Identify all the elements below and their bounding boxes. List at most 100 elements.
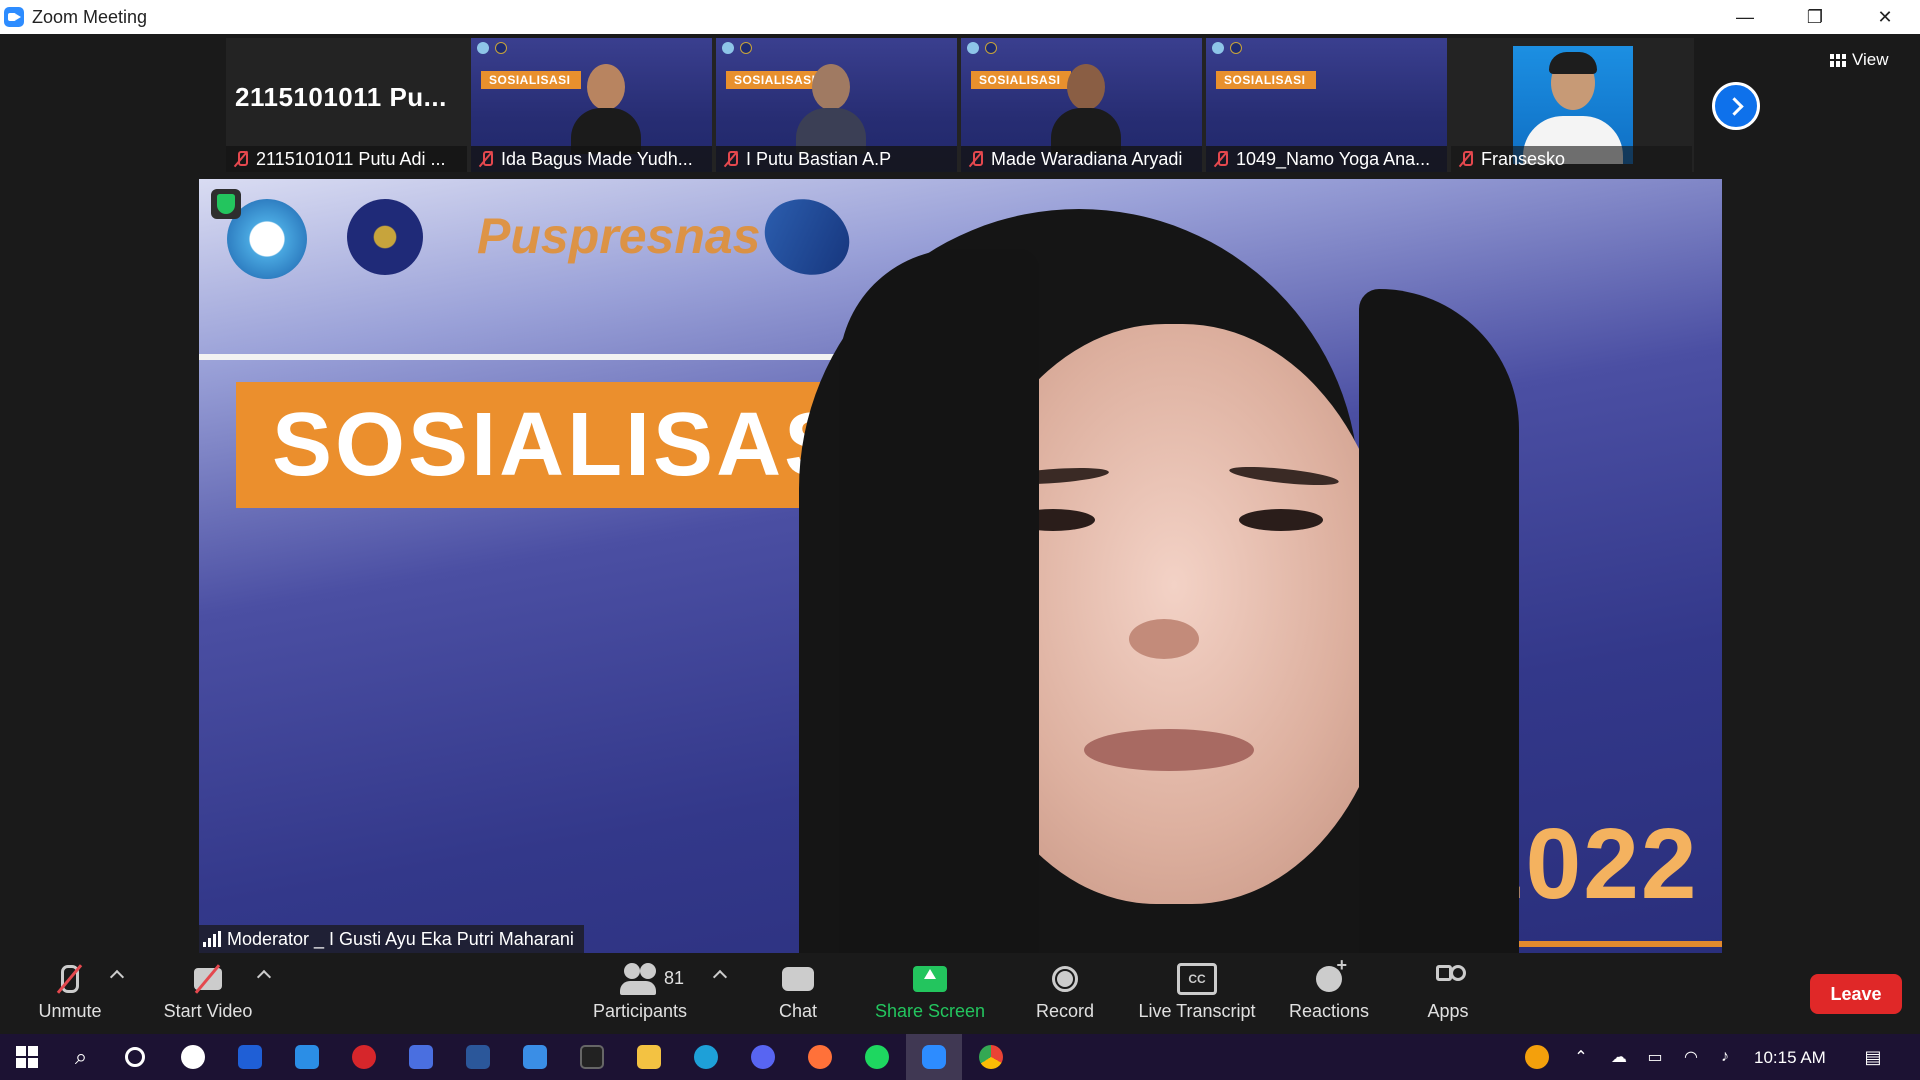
participant-video	[1051, 64, 1121, 154]
record-button[interactable]: Record	[1030, 958, 1100, 1030]
audio-options-chevron-icon[interactable]	[109, 969, 125, 985]
app-icon-3[interactable]	[406, 1042, 436, 1072]
edge-icon[interactable]	[691, 1042, 721, 1072]
mic-muted-icon	[479, 150, 493, 168]
grid-view-icon	[1830, 53, 1846, 67]
video-off-icon	[188, 961, 228, 997]
leave-button[interactable]: Leave	[1810, 974, 1902, 1014]
share-screen-icon	[910, 961, 950, 997]
view-button[interactable]: View	[1830, 46, 1889, 74]
participant-name-bar: Fransesko	[1451, 146, 1692, 172]
zoom-taskbar-icon[interactable]	[906, 1034, 962, 1080]
apps-label: Apps	[1427, 1001, 1469, 1021]
mini-banner: SOSIALISASI	[1216, 71, 1316, 89]
reactions-label: Reactions	[1288, 1001, 1370, 1021]
participant-name-bar: Ida Bagus Made Yudh...	[471, 146, 712, 172]
word-icon[interactable]	[463, 1042, 493, 1072]
speaker-name: Moderator _ I Gusti Ayu Eka Putri Mahara…	[227, 928, 574, 949]
windows-taskbar: ⌕ ⌃ ☁ ▭ ◠ ♪ 10:15 AM ▤	[0, 1034, 1920, 1080]
participant-video	[796, 64, 866, 154]
participant-video	[571, 64, 641, 154]
zoom-window: Zoom Meeting — ❐ ✕ 2115101011 Pu... 2115…	[0, 0, 1920, 1080]
participant-name: Fransesko	[1481, 148, 1566, 169]
mic-muted-icon	[234, 150, 248, 168]
apps-icon	[1428, 961, 1468, 997]
share-screen-button[interactable]: Share Screen	[872, 958, 988, 1030]
action-center-icon[interactable]: ▤	[1858, 1042, 1888, 1072]
taskbar-clock[interactable]: 10:15 AM	[1754, 1048, 1826, 1068]
apps-button[interactable]: Apps	[1420, 958, 1476, 1030]
reactions-button[interactable]: Reactions	[1286, 955, 1372, 1030]
participant-name-bar: I Putu Bastian A.P	[716, 146, 957, 172]
participant-big-name: 2115101011 Pu...	[235, 82, 447, 112]
battery-icon[interactable]: ▭	[1640, 1042, 1670, 1072]
chrome-icon[interactable]	[976, 1042, 1006, 1072]
mini-logos	[722, 42, 752, 54]
participants-options-chevron-icon[interactable]	[712, 969, 728, 985]
next-page-button[interactable]	[1712, 82, 1760, 130]
start-video-label: Start Video	[163, 1001, 253, 1021]
participant-name: Made Waradiana Aryadi	[991, 148, 1183, 169]
university-logo	[347, 199, 423, 275]
mic-muted-icon	[1459, 150, 1473, 168]
cortana-icon[interactable]	[120, 1042, 150, 1072]
security-shield-icon[interactable]	[211, 189, 241, 219]
participant-name-bar: 1049_Namo Yoga Ana...	[1206, 146, 1447, 172]
spotify-icon[interactable]	[862, 1042, 892, 1072]
mail-icon[interactable]	[520, 1042, 550, 1072]
speaker-person	[719, 209, 1579, 953]
participant-tile[interactable]: SOSIALISASI 1049_Namo Yoga Ana...	[1206, 38, 1447, 172]
app-icon-4[interactable]	[577, 1042, 607, 1072]
active-speaker-video[interactable]: Puspresnas SOSIALISASI K 2022 Moderator …	[199, 179, 1722, 953]
zoom-app-icon	[4, 7, 24, 27]
minimize-button[interactable]: —	[1710, 0, 1780, 34]
vscode-icon[interactable]	[292, 1042, 322, 1072]
volume-icon[interactable]: ♪	[1710, 1042, 1740, 1072]
view-label: View	[1852, 50, 1889, 69]
chat-button[interactable]: Chat	[760, 958, 836, 1030]
unmute-label: Unmute	[38, 1001, 102, 1021]
search-icon[interactable]: ⌕	[66, 1042, 96, 1072]
closed-caption-icon	[1177, 961, 1217, 997]
window-title: Zoom Meeting	[32, 6, 148, 27]
participants-count: 81	[664, 968, 685, 988]
close-button[interactable]: ✕	[1850, 0, 1920, 34]
notification-dot-icon[interactable]	[1522, 1042, 1552, 1072]
meeting-toolbar: Unmute Start Video Participants 81 Chat …	[0, 954, 1920, 1034]
record-label: Record	[1035, 1001, 1095, 1021]
devcpp-icon[interactable]	[349, 1042, 379, 1072]
live-transcript-button[interactable]: Live Transcript	[1134, 958, 1260, 1030]
file-explorer-icon[interactable]	[634, 1042, 664, 1072]
restore-button[interactable]: ❐	[1780, 0, 1850, 34]
participant-tile[interactable]: 2115101011 Pu... 2115101011 Putu Adi ...	[226, 38, 467, 172]
thumbnail-strip: 2115101011 Pu... 2115101011 Putu Adi ...…	[226, 38, 1694, 172]
app-icon-1[interactable]	[178, 1042, 208, 1072]
firefox-icon[interactable]	[805, 1042, 835, 1072]
chat-icon	[778, 961, 818, 997]
participant-tile[interactable]: SOSIALISASI I Putu Bastian A.P	[716, 38, 957, 172]
window-controls: — ❐ ✕	[1710, 0, 1920, 34]
participant-tile[interactable]: SOSIALISASI Ida Bagus Made Yudh...	[471, 38, 712, 172]
share-screen-label: Share Screen	[874, 1001, 986, 1021]
participant-tile[interactable]: Fransesko	[1451, 38, 1692, 172]
record-icon	[1045, 961, 1085, 997]
mini-banner: SOSIALISASI	[481, 71, 581, 89]
meeting-area: 2115101011 Pu... 2115101011 Putu Adi ...…	[0, 34, 1920, 954]
app-icon-2[interactable]	[235, 1042, 265, 1072]
tray-chevron-icon[interactable]: ⌃	[1566, 1042, 1596, 1072]
unmute-button[interactable]: Unmute	[30, 958, 110, 1030]
windows-start-icon[interactable]	[12, 1042, 42, 1072]
mini-logos	[477, 42, 507, 54]
connection-signal-icon	[203, 931, 221, 947]
participant-name: 1049_Namo Yoga Ana...	[1236, 148, 1431, 169]
onedrive-icon[interactable]: ☁	[1604, 1042, 1634, 1072]
participant-tile[interactable]: SOSIALISASI Made Waradiana Aryadi	[961, 38, 1202, 172]
participant-name-bar: 2115101011 Putu Adi ...	[226, 146, 467, 172]
discord-icon[interactable]	[748, 1042, 778, 1072]
start-video-button[interactable]: Start Video	[150, 958, 266, 1030]
puspresnas-logo: Puspresnas	[477, 208, 761, 264]
mini-logos	[967, 42, 997, 54]
mic-muted-icon	[969, 150, 983, 168]
participant-name: I Putu Bastian A.P	[746, 148, 892, 169]
wifi-icon[interactable]: ◠	[1676, 1042, 1706, 1072]
